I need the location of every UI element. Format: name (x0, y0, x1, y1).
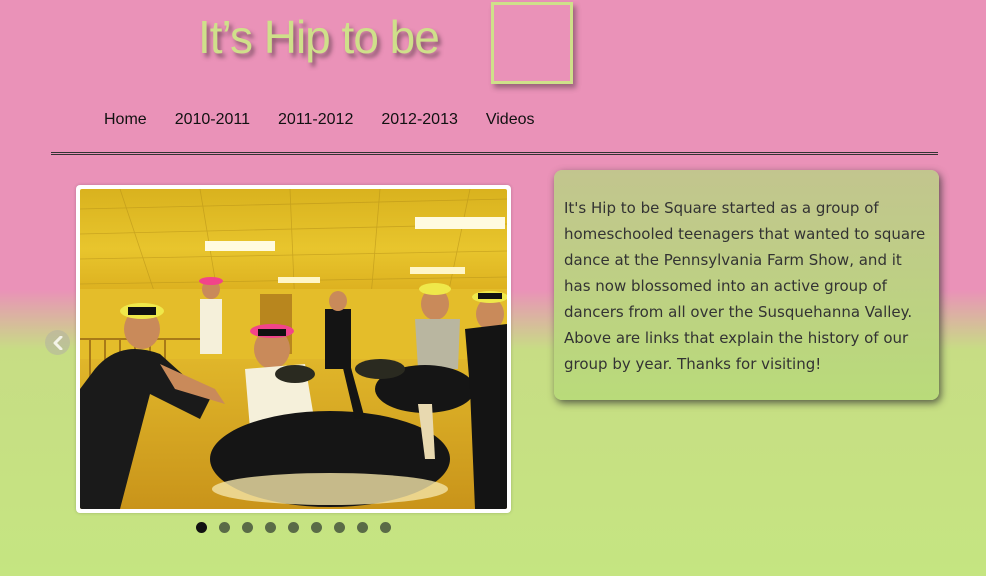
nav-item-2012-2013[interactable]: 2012-2013 (367, 108, 472, 132)
about-text: It's Hip to be Square started as a group… (564, 199, 926, 373)
title-square-logo (491, 2, 573, 84)
nav-item-home[interactable]: Home (90, 108, 161, 132)
slider-dot-9[interactable] (380, 522, 391, 533)
slider-pagination (196, 522, 403, 533)
slider-dot-2[interactable] (219, 522, 230, 533)
site-title: It’s Hip to be (198, 11, 440, 63)
nav-item-2011-2012[interactable]: 2011-2012 (264, 108, 367, 132)
slider-dot-6[interactable] (311, 522, 322, 533)
about-panel: It's Hip to be Square started as a group… (554, 170, 939, 400)
header-divider (51, 152, 938, 155)
slider-dot-3[interactable] (242, 522, 253, 533)
photo-slider[interactable] (76, 185, 511, 513)
slider-dot-1[interactable] (196, 522, 207, 533)
slider-prev-button[interactable] (45, 330, 70, 355)
nav-item-videos[interactable]: Videos (472, 108, 549, 132)
slider-dot-4[interactable] (265, 522, 276, 533)
slider-dot-7[interactable] (334, 522, 345, 533)
slide-photo-square-dancers (80, 189, 507, 509)
slider-dot-8[interactable] (357, 522, 368, 533)
main-nav: Home 2010-2011 2011-2012 2012-2013 Video… (90, 108, 549, 132)
nav-item-2010-2011[interactable]: 2010-2011 (161, 108, 264, 132)
chevron-left-icon (53, 335, 62, 350)
slider-dot-5[interactable] (288, 522, 299, 533)
